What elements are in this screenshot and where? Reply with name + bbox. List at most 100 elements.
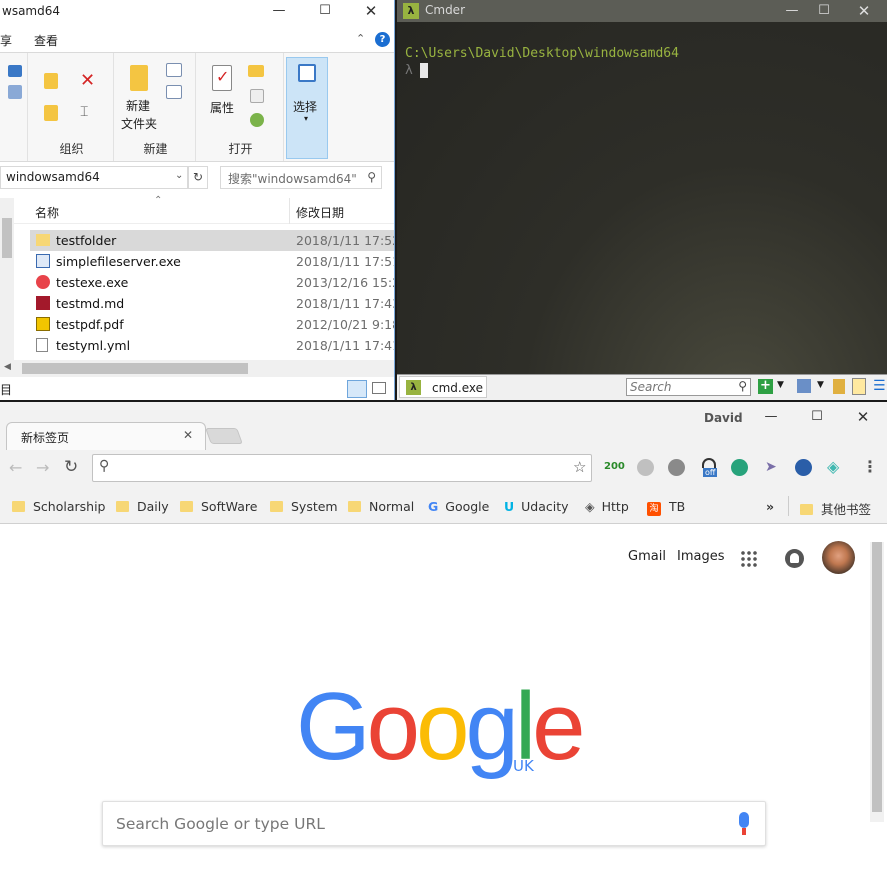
copy-path-icon[interactable] <box>8 65 22 77</box>
minimize-button[interactable]: — <box>264 0 294 22</box>
other-bookmarks-folder[interactable]: 其他书签 <box>800 499 871 518</box>
new-folder-icon[interactable] <box>130 65 148 91</box>
apps-grid-icon[interactable] <box>740 550 757 567</box>
chrome-maximize-button[interactable]: ☐ <box>802 406 832 428</box>
delete-icon[interactable]: ✕ <box>80 70 95 91</box>
cmder-search-input[interactable]: Search ⚲ <box>626 378 751 396</box>
table-row[interactable]: testpdf.pdf 2012/10/21 9:18 <box>30 314 394 335</box>
bookmark-http[interactable]: ◈ Http <box>585 499 629 514</box>
bookmark-scholarship[interactable]: Scholarship <box>12 499 106 514</box>
page-scroll-thumb[interactable] <box>872 542 882 812</box>
split-icon[interactable] <box>797 379 811 393</box>
new-console-icon[interactable]: + <box>758 379 773 394</box>
table-row[interactable]: testyml.yml 2018/1/11 17:41 <box>30 335 394 356</box>
chrome-tab-new-tab[interactable]: 新标签页 ✕ <box>6 422 206 450</box>
rename-icon[interactable]: ⌶ <box>80 104 88 120</box>
help-icon[interactable]: ? <box>375 32 390 47</box>
menu-view[interactable]: 查看 <box>34 32 58 49</box>
bookmark-star-icon[interactable]: ☆ <box>573 458 586 476</box>
history-icon[interactable] <box>250 113 264 127</box>
bookmark-daily[interactable]: Daily <box>116 499 169 514</box>
cmder-console[interactable]: C:\Users\David\Desktop\windowsamd64 λ <box>397 22 887 374</box>
copy-to-icon[interactable] <box>44 105 58 121</box>
details-view-icon[interactable] <box>347 380 367 398</box>
new-folder-label-1[interactable]: 新建 <box>126 97 150 114</box>
chrome-close-button[interactable]: ✕ <box>848 406 878 428</box>
bookmark-google[interactable]: G Google <box>428 499 489 514</box>
proxy-arc <box>702 458 716 468</box>
table-row[interactable]: testexe.exe 2013/12/16 15:22 <box>30 272 394 293</box>
column-name[interactable]: 名称 <box>35 204 59 221</box>
split-dropdown-icon[interactable]: ▼ <box>817 380 824 390</box>
menu-icon[interactable]: ☰ <box>873 378 886 394</box>
cmder-tab[interactable]: λ cmd.exe <box>399 376 487 398</box>
new-console-dropdown-icon[interactable]: ▼ <box>777 380 784 390</box>
chrome-minimize-button[interactable]: — <box>756 406 786 428</box>
bookmark-software[interactable]: SoftWare <box>180 499 257 514</box>
address-dropdown-icon[interactable]: ⌄ <box>175 170 183 181</box>
explorer-search-input[interactable]: 搜索"windowsamd64" ⚲ <box>220 166 382 189</box>
scroll-left-icon[interactable]: ◀ <box>4 362 11 372</box>
horizontal-scroll-thumb[interactable] <box>22 363 248 374</box>
ext-cursor-icon[interactable]: ➤ <box>765 459 777 475</box>
pdf-icon <box>36 317 50 331</box>
horizontal-scrollbar[interactable]: ◀ <box>0 360 394 377</box>
images-link[interactable]: Images <box>677 549 725 564</box>
profile-name[interactable]: David <box>704 411 743 425</box>
ribbon: ✕ ⌶ 组织 新建 文件夹 新建 ✓ 属性 打开 选择 ▾ <box>0 52 394 162</box>
bookmark-udacity[interactable]: U Udacity <box>504 499 569 514</box>
notifications-bell-icon[interactable] <box>785 549 804 568</box>
cmder-maximize-button[interactable]: ☐ <box>809 0 839 22</box>
refresh-icon[interactable]: ↻ <box>188 166 208 189</box>
reload-icon[interactable]: ↻ <box>64 457 78 477</box>
new-tab-button[interactable] <box>205 428 243 444</box>
ext-grey-icon[interactable] <box>637 459 654 476</box>
panel-icon[interactable] <box>852 378 866 395</box>
ext-proxy-icon[interactable]: off <box>700 456 722 478</box>
open-icon[interactable] <box>248 65 264 77</box>
bookmark-tb[interactable]: 淘 TB <box>647 499 685 516</box>
bookmark-normal[interactable]: Normal <box>348 499 414 514</box>
new-folder-label-2[interactable]: 文件夹 <box>121 115 157 132</box>
paste-shortcut-icon[interactable] <box>8 85 22 99</box>
cmder-close-button[interactable]: ✕ <box>849 0 879 22</box>
ext-counter-badge[interactable]: 200 <box>604 461 625 472</box>
more-bookmarks-button[interactable]: » <box>766 499 774 514</box>
ext-diamond-icon[interactable]: ◈ <box>827 457 839 476</box>
gmail-link[interactable]: Gmail <box>628 549 666 564</box>
avatar[interactable] <box>822 541 855 574</box>
table-row[interactable]: simplefileserver.exe 2018/1/11 17:51 <box>30 251 394 272</box>
ext-bird-icon[interactable] <box>795 459 812 476</box>
new-group-label: 新建 <box>143 142 168 156</box>
tab-close-icon[interactable]: ✕ <box>183 428 193 442</box>
move-to-icon[interactable] <box>44 73 58 89</box>
omnibox[interactable]: ⚲ ☆ <box>92 454 592 482</box>
properties-label[interactable]: 属性 <box>210 99 234 116</box>
lock-icon[interactable] <box>833 379 845 394</box>
table-row[interactable]: testmd.md 2018/1/11 17:43 <box>30 293 394 314</box>
close-button[interactable]: ✕ <box>356 0 386 22</box>
easy-access-icon[interactable] <box>166 85 182 99</box>
new-item-icon[interactable] <box>166 63 182 77</box>
column-modified[interactable]: 修改日期 <box>296 204 344 221</box>
bookmark-system[interactable]: System <box>270 499 338 514</box>
chrome-menu-icon[interactable]: ⋮ <box>862 457 878 476</box>
back-icon[interactable]: ← <box>9 458 22 477</box>
select-button[interactable]: 选择 ▾ <box>286 57 328 159</box>
ext-compass-icon[interactable] <box>668 459 685 476</box>
chrome-tab-strip: 新标签页 ✕ David — ☐ ✕ <box>0 402 887 450</box>
ext-green-icon[interactable] <box>731 459 748 476</box>
collapse-ribbon-icon[interactable]: ⌃ <box>356 32 365 45</box>
maximize-button[interactable]: ☐ <box>310 0 340 22</box>
edit-icon[interactable] <box>250 89 264 103</box>
voice-search-icon[interactable] <box>739 812 749 828</box>
address-bar[interactable]: windowsamd64 <box>0 166 188 189</box>
google-search-input[interactable]: Search Google or type URL <box>102 801 766 846</box>
forward-icon[interactable]: → <box>36 458 49 477</box>
cmder-minimize-button[interactable]: — <box>777 0 807 22</box>
page-scrollbar[interactable] <box>870 542 884 822</box>
column-divider <box>289 198 290 224</box>
large-icons-view-icon[interactable] <box>372 382 386 394</box>
menu-share[interactable]: 享 <box>0 32 12 49</box>
table-row[interactable]: testfolder 2018/1/11 17:52 <box>30 230 394 251</box>
